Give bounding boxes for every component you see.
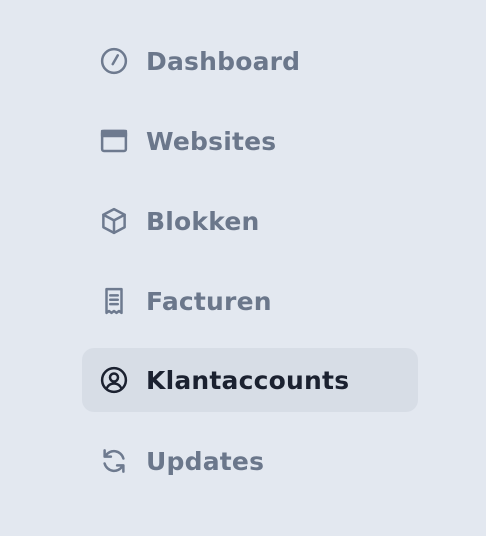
refresh-icon [98,445,130,477]
nav-item-updates[interactable]: Updates [82,429,418,493]
nav-item-klantaccounts[interactable]: Klantaccounts [82,348,418,412]
nav-label: Updates [146,446,265,476]
nav-item-facturen[interactable]: Facturen [82,269,418,333]
nav-label: Blokken [146,206,260,236]
sidebar-nav: Dashboard Websites Blokken Facturen Klan… [0,0,486,536]
cube-icon [98,205,130,237]
nav-label: Facturen [146,286,272,316]
nav-label: Dashboard [146,46,301,76]
nav-label: Klantaccounts [146,365,350,395]
nav-label: Websites [146,126,277,156]
nav-item-dashboard[interactable]: Dashboard [82,29,418,93]
receipt-icon [98,285,130,317]
browser-window-icon [98,125,130,157]
nav-item-websites[interactable]: Websites [82,109,418,173]
user-circle-icon [98,364,130,396]
nav-item-blokken[interactable]: Blokken [82,189,418,253]
dashboard-gauge-icon [98,45,130,77]
